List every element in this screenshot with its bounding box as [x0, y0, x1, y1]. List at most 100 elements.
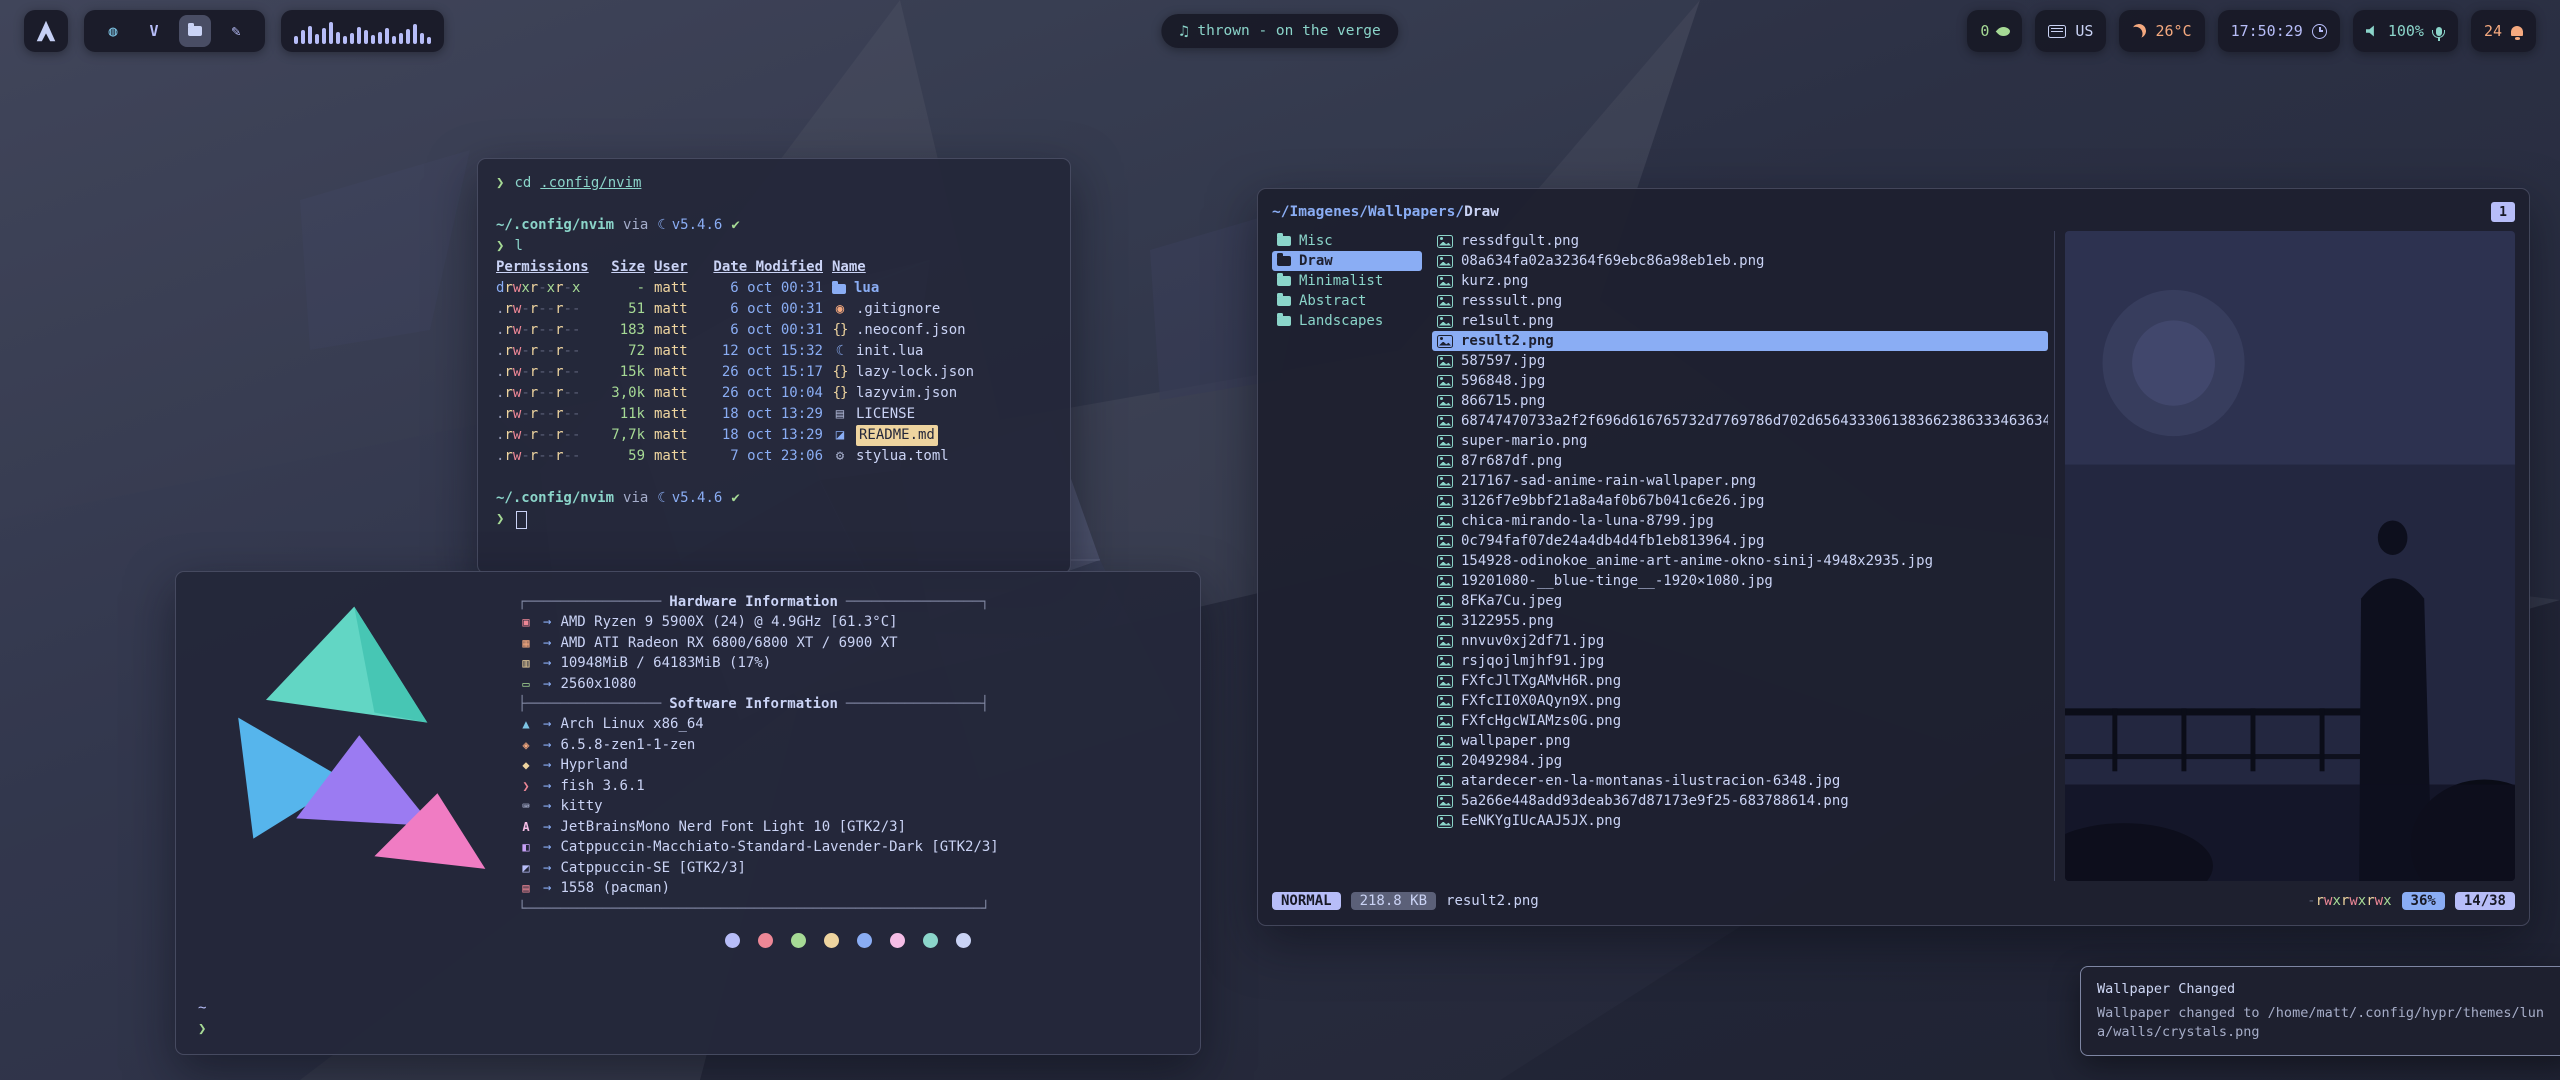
lua-icon: [832, 341, 848, 362]
file-listing: Permissions Size User Date Modified Name…: [496, 257, 1052, 467]
weather-module[interactable]: 26°C: [2119, 10, 2204, 52]
volume-module[interactable]: 100%: [2353, 10, 2458, 52]
file-item[interactable]: 154928-odinokoe_anime-art-anime-okno-sin…: [1432, 551, 2048, 571]
image-icon: [1437, 575, 1453, 588]
file-item[interactable]: EeNKYgIUcAAJ5JX.png: [1432, 811, 2048, 831]
workspace-button[interactable]: [97, 15, 129, 47]
arrow-icon: [543, 612, 551, 632]
json-icon: [832, 383, 848, 404]
image-icon: [1437, 415, 1453, 428]
launcher-button[interactable]: [24, 10, 68, 52]
arrow-icon: [543, 796, 551, 816]
workspace-button[interactable]: [138, 15, 170, 47]
position-badge: 14/38: [2455, 892, 2515, 910]
file-item[interactable]: nnvuv0xj2df71.jpg: [1432, 631, 2048, 651]
file-name: EeNKYgIUcAAJ5JX.png: [1461, 813, 1621, 829]
file-manager-window[interactable]: ~/Imagenes/Wallpapers/ Draw 1 Misc Draw …: [1257, 188, 2530, 926]
directory-item[interactable]: Minimalist: [1272, 271, 1422, 291]
prompt-context-line: ~/.config/nvim via ☾ v5.4.6 ✔: [496, 488, 1052, 509]
workspaces-module: [84, 10, 265, 52]
file-item[interactable]: resssult.png: [1432, 291, 2048, 311]
keyboard-layout-module[interactable]: US: [2035, 10, 2106, 52]
status-bar: NORMAL 218.8 KB result2.png -rwxrwxrwx 3…: [1272, 887, 2515, 915]
clock-module[interactable]: 17:50:29: [2218, 10, 2340, 52]
file-name: 587597.jpg: [1461, 353, 1545, 369]
file-item[interactable]: chica-mirando-la-luna-8799.jpg: [1432, 511, 2048, 531]
file-item[interactable]: 68747470733a2f2f696d616765732d7769786d70…: [1432, 411, 2048, 431]
directory-item[interactable]: Draw: [1272, 251, 1422, 271]
image-icon: [1437, 435, 1453, 448]
directory-item[interactable]: Landscapes: [1272, 311, 1422, 331]
workspace-button[interactable]: [220, 15, 252, 47]
info-row: 1558 (pacman): [518, 878, 1178, 899]
file-item[interactable]: 866715.png: [1432, 391, 2048, 411]
file-item[interactable]: ressdfgult.png: [1432, 231, 2048, 251]
file-item[interactable]: 587597.jpg: [1432, 351, 2048, 371]
file-item[interactable]: 08a634fa02a32364f69ebc86a98eb1eb.png: [1432, 251, 2048, 271]
file-date: 26 oct 10:04: [707, 383, 823, 404]
file-item[interactable]: 596848.jpg: [1432, 371, 2048, 391]
file-item[interactable]: super-mario.png: [1432, 431, 2048, 451]
file-item[interactable]: 3122955.png: [1432, 611, 2048, 631]
file-item[interactable]: result2.png: [1432, 331, 2048, 351]
file-item[interactable]: 87r687df.png: [1432, 451, 2048, 471]
notification-count: 24: [2484, 22, 2502, 40]
file-item[interactable]: rsjqojlmjhf91.jpg: [1432, 651, 2048, 671]
keyboard-icon: [2048, 25, 2066, 38]
file-item[interactable]: kurz.png: [1432, 271, 2048, 291]
mode-badge: NORMAL: [1272, 892, 1341, 910]
file-name: init.lua: [856, 341, 923, 362]
leaf-icon: [1996, 23, 2012, 39]
listing-header: Permissions Size User Date Modified Name: [496, 257, 1052, 278]
workspace-button[interactable]: [179, 15, 211, 47]
image-icon: [1437, 235, 1453, 248]
file-name: 5a266e448add93deab367d87173e9f25-6837886…: [1461, 793, 1849, 809]
software-section-header: ├────────────────Software Information───…: [518, 694, 1178, 714]
keyboard-layout: US: [2075, 22, 2093, 40]
audio-visualizer-module[interactable]: [281, 10, 444, 52]
media-module[interactable]: thrown - on the verge: [1161, 14, 1398, 48]
file-item[interactable]: 0c794faf07de24a4db4d4fb1eb813964.jpg: [1432, 531, 2048, 551]
file-name: FXfcII0X0AQyn9X.png: [1461, 693, 1621, 709]
file-item[interactable]: wallpaper.png: [1432, 731, 2048, 751]
palette-dot: [824, 933, 839, 948]
file-item[interactable]: 8FKa7Cu.jpeg: [1432, 591, 2048, 611]
file-item[interactable]: 19201080-__blue-tinge__-1920×1080.jpg: [1432, 571, 2048, 591]
command: cd: [514, 173, 531, 194]
image-icon: [1437, 715, 1453, 728]
notification-popup[interactable]: Wallpaper Changed Wallpaper changed to /…: [2080, 966, 2560, 1056]
file-item[interactable]: FXfcII0X0AQyn9X.png: [1432, 691, 2048, 711]
file-row: .rw-r--r-- 59 matt 7 oct 23:06 stylua.to…: [496, 446, 1052, 467]
file-name: 217167-sad-anime-rain-wallpaper.png: [1461, 473, 1756, 489]
directory-item[interactable]: Misc: [1272, 231, 1422, 251]
file-size-badge: 218.8 KB: [1351, 892, 1436, 910]
terminal-window[interactable]: ❯ cd .config/nvim ~/.config/nvim via ☾ v…: [477, 158, 1071, 574]
packages-icon: [518, 878, 534, 898]
notifications-module[interactable]: 24: [2471, 10, 2536, 52]
file-item[interactable]: atardecer-en-la-montanas-ilustracion-634…: [1432, 771, 2048, 791]
file-item[interactable]: re1sult.png: [1432, 311, 2048, 331]
file-owner: matt: [654, 362, 698, 383]
file-item[interactable]: 5a266e448add93deab367d87173e9f25-6837886…: [1432, 791, 2048, 811]
info-value: Hyprland: [560, 755, 627, 775]
updates-module[interactable]: 0: [1967, 10, 2022, 52]
info-row: AMD ATI Radeon RX 6800/6800 XT / 6900 XT: [518, 633, 1178, 654]
box-bottom: └───────────────────────────────────────…: [518, 899, 1178, 919]
file-date: 26 oct 15:17: [707, 362, 823, 383]
file-date: 6 oct 00:31: [707, 320, 823, 341]
directory-item[interactable]: Abstract: [1272, 291, 1422, 311]
file-name: 866715.png: [1461, 393, 1545, 409]
file-item[interactable]: 20492984.jpg: [1432, 751, 2048, 771]
file-item[interactable]: FXfcHgcWIAMzs0G.png: [1432, 711, 2048, 731]
shell-prompt[interactable]: ~ ❯: [198, 998, 216, 1040]
tab-badge[interactable]: 1: [2491, 202, 2515, 222]
file-name: resssult.png: [1461, 293, 1562, 309]
file-item[interactable]: 217167-sad-anime-rain-wallpaper.png: [1432, 471, 2048, 491]
file-item[interactable]: FXfcJlTXgAMvH6R.png: [1432, 671, 2048, 691]
system-info-window[interactable]: ┌────────────────Hardware Information───…: [175, 571, 1201, 1055]
file-item[interactable]: 3126f7e9bbf21a8a4af0b67b041c6e26.jpg: [1432, 491, 2048, 511]
arrow-icon: [543, 735, 551, 755]
cpu-icon: [518, 612, 534, 632]
json-icon: [832, 362, 848, 383]
prompt-line[interactable]: ❯: [496, 509, 1052, 530]
